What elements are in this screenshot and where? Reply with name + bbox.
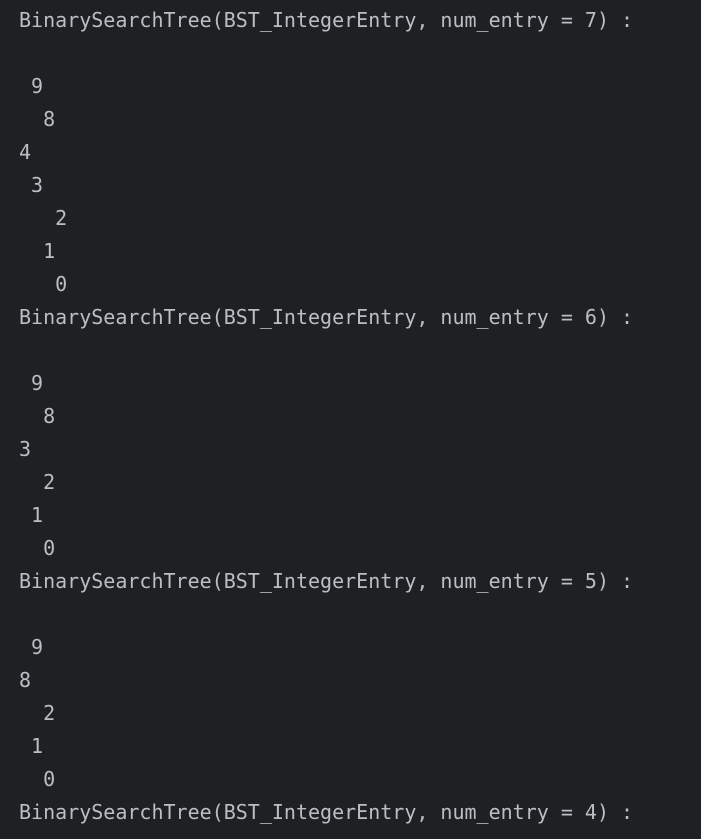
console-line: 2: [19, 206, 68, 230]
console-line: 9: [19, 74, 44, 98]
console-line: 0: [19, 767, 56, 791]
console-line: 4: [19, 140, 32, 164]
console-line: 9: [19, 371, 44, 395]
console-line: 1: [19, 734, 44, 758]
console-line: BinarySearchTree(BST_IntegerEntry, num_e…: [19, 569, 634, 593]
console-line: BinarySearchTree(BST_IntegerEntry, num_e…: [19, 8, 634, 32]
console-line: 3: [19, 173, 44, 197]
console-line: 3: [19, 437, 32, 461]
console-line: 8: [19, 107, 56, 131]
console-line: 0: [19, 536, 56, 560]
console-line: 1: [19, 503, 44, 527]
console-line: 2: [19, 701, 56, 725]
console-line: BinarySearchTree(BST_IntegerEntry, num_e…: [19, 305, 634, 329]
console-line: 0: [19, 272, 68, 296]
console-line: 9: [19, 635, 44, 659]
console-output[interactable]: BinarySearchTree(BST_IntegerEntry, num_e…: [0, 0, 701, 839]
console-line: 8: [19, 668, 32, 692]
console-line: BinarySearchTree(BST_IntegerEntry, num_e…: [19, 800, 634, 824]
console-line: 2: [19, 470, 56, 494]
console-line: 8: [19, 404, 56, 428]
console-line: 1: [19, 239, 56, 263]
